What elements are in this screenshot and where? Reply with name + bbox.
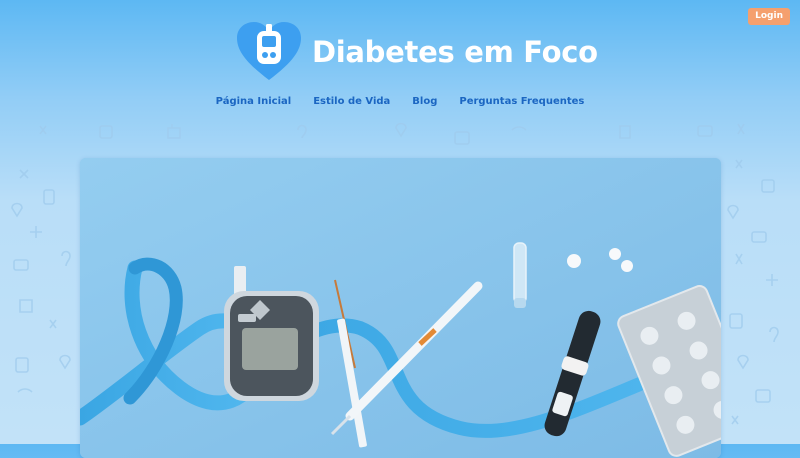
hero-illustration [80, 158, 721, 458]
site-title: Diabetes em Foco [312, 35, 598, 69]
glass-vial [513, 242, 527, 308]
site-brand[interactable]: Diabetes em Foco [237, 22, 598, 82]
nav-link-home[interactable]: Página Inicial [216, 96, 292, 107]
hero-image [80, 158, 721, 458]
nav-link-blog[interactable]: Blog [412, 96, 437, 107]
login-button[interactable]: Login [748, 8, 790, 25]
nav-link-lifestyle[interactable]: Estilo de Vida [313, 96, 390, 107]
main-nav: Página Inicial Estilo de Vida Blog Pergu… [0, 96, 800, 107]
heart-glucometer-icon [237, 22, 301, 80]
nav-link-faq[interactable]: Perguntas Frequentes [459, 96, 584, 107]
